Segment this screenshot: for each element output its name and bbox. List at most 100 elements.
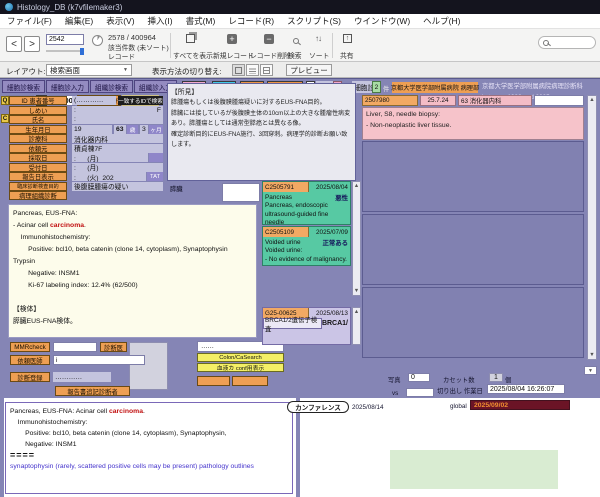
field-birthdate[interactable]: 19 <box>72 125 112 134</box>
field-label-histology-diagnosis[interactable]: 病理組織診断 <box>9 191 67 200</box>
requester-doctor-label[interactable]: 依頼医師 <box>10 355 50 365</box>
delete-record-button[interactable]: レコード削除 <box>250 50 291 60</box>
field-label-requester-ward[interactable]: 依頼元 <box>9 144 67 153</box>
doctor-value-box[interactable] <box>129 342 168 390</box>
cytology-card[interactable]: C25057912025/08/04 Pancreas悪性 Pancreas, … <box>262 181 351 225</box>
blood-conf-button[interactable]: 血液カ conf用表示 <box>197 363 284 372</box>
conference-button[interactable]: カンファレンス <box>287 401 349 413</box>
cutting-work-date-input[interactable]: 2025/08/04 16:26:07 <box>487 384 565 394</box>
memo-green-box[interactable] <box>390 450 558 489</box>
show-all-icon[interactable] <box>186 34 195 43</box>
vs-input[interactable] <box>406 388 434 397</box>
colon-ca-search-button[interactable]: Colon/CaSearch <box>197 353 284 362</box>
tab-histology-search[interactable]: 組織診検索 <box>90 80 133 93</box>
field-label-birthdate[interactable]: 生年月日 <box>9 125 67 134</box>
mmr-check-input[interactable] <box>53 342 97 352</box>
scroll-up-icon[interactable]: ▲ <box>589 97 594 103</box>
menu-item-help[interactable]: ヘルプ(H) <box>423 15 460 27</box>
tab-cytology-search[interactable]: 細胞診検索 <box>2 80 45 93</box>
share-button[interactable]: 共有 <box>340 50 354 60</box>
scroll-up-icon[interactable]: ▲ <box>354 183 359 189</box>
sign-orange-button1[interactable] <box>197 376 230 386</box>
sign-orange-button2[interactable] <box>232 376 268 386</box>
field-label-name[interactable]: 氏名 <box>9 115 67 124</box>
diagnosis-register-label[interactable]: 診断登録 <box>10 372 50 382</box>
field-patient-id[interactable]: (………… <box>72 96 116 105</box>
menu-item-insert[interactable]: 挿入(I) <box>148 15 173 27</box>
addendum-author-label[interactable]: 報告書追記診断者 <box>55 386 130 396</box>
menu-item-window[interactable]: ウインドウ(W) <box>354 15 410 27</box>
field-label-receipt-date[interactable]: 受付日 <box>9 163 67 172</box>
sort-icon[interactable]: ↑↓ <box>315 34 321 43</box>
addendum-report-field[interactable]: Pancreas, EUS-FNA: Acinar cell carcinoma… <box>5 402 293 494</box>
match-id-search-button[interactable]: 一致するIDで検索 <box>118 96 163 105</box>
slider-knob[interactable] <box>80 48 84 55</box>
history-report-card[interactable]: Liver, S8, needle biopsy: - Non-neoplast… <box>362 107 584 140</box>
search-gutter-icon[interactable]: Q <box>1 96 9 105</box>
menu-item-file[interactable]: ファイル(F) <box>7 15 52 27</box>
form-view-button[interactable] <box>232 64 245 76</box>
history-empty-slot[interactable] <box>362 287 584 358</box>
preview-button[interactable]: プレビュー <box>286 64 332 76</box>
cytology-card[interactable]: C25051092025/07/09 Voided urine正常ある Void… <box>262 226 351 266</box>
share-icon[interactable]: ↑ <box>343 34 352 43</box>
field-label-patient-id[interactable]: ID 患者番号 <box>9 96 67 105</box>
field-clinical-purpose[interactable]: 後腹膜腫瘍の疑い <box>72 182 163 191</box>
menu-item-format[interactable]: 書式(M) <box>186 15 216 27</box>
field-department[interactable]: 消化器内科 <box>72 134 163 143</box>
collection-date-chip[interactable] <box>149 153 163 162</box>
gene-test-card[interactable]: G25-006252025/08/13 BRCA1/2遺伝子検査BRCA1/ <box>262 307 351 345</box>
layout-select[interactable]: 検索画面 ▼ <box>46 64 132 76</box>
new-record-icon[interactable]: + <box>227 34 237 44</box>
main-report-field[interactable]: Pancreas, EUS-FNA: - Acinar cell carcino… <box>8 204 257 338</box>
organ-input[interactable] <box>222 183 260 202</box>
new-record-button[interactable]: 新規レコード <box>213 50 254 60</box>
delete-record-icon[interactable]: − <box>264 34 274 44</box>
field-label-clinical-purpose[interactable]: 臨床診断検査目的 <box>9 182 67 191</box>
menu-item-records[interactable]: レコード(R) <box>228 15 274 27</box>
history-header-input[interactable] <box>534 95 584 106</box>
find-icon[interactable] <box>293 38 299 44</box>
field-receipt-date[interactable]: : (月) <box>72 163 163 172</box>
field-label-kana[interactable]: しめい <box>9 106 67 115</box>
scroll-down-icon[interactable]: ▼ <box>354 288 359 294</box>
table-view-button[interactable] <box>260 64 273 76</box>
found-set-pie-icon[interactable] <box>92 35 103 46</box>
next-record-button[interactable]: > <box>24 36 40 52</box>
tab-cytology-input[interactable]: 細胞診入力 <box>46 80 89 93</box>
gene-scrollbar[interactable]: ▲ <box>352 307 361 345</box>
quick-search-input[interactable] <box>538 36 596 49</box>
show-all-button[interactable]: すべてを表示 <box>173 50 213 60</box>
findings-field[interactable]: 【所見】 膵腫瘍もしくは後腹膜腫瘍疑いに対するEUS-FNA目的。 膵臓には接し… <box>167 83 356 181</box>
mmr-check-label[interactable]: MMRcheck <box>10 342 50 352</box>
menu-item-edit[interactable]: 編集(E) <box>65 15 93 27</box>
cytology-scrollbar[interactable]: ▲ ▼ <box>352 181 361 296</box>
sort-button[interactable]: ソート <box>309 50 329 60</box>
field-label-department[interactable]: 診療科 <box>9 134 67 143</box>
field-kana[interactable]: :F <box>72 106 163 115</box>
field-requester-ward[interactable]: 積貞棟7F <box>72 144 163 153</box>
field-name[interactable]: : <box>72 115 163 124</box>
history-id-chip[interactable]: 2507980 <box>362 95 418 106</box>
menu-item-scripts[interactable]: スクリプト(S) <box>287 15 341 27</box>
copy-gutter-icon[interactable]: C <box>1 114 9 123</box>
history-empty-slot[interactable] <box>362 214 584 285</box>
requester-doctor-input[interactable]: i <box>53 355 145 365</box>
scroll-down-icon[interactable]: ▼ <box>589 352 594 358</box>
prev-record-button[interactable]: < <box>6 36 22 52</box>
find-button[interactable]: 検索 <box>288 50 302 60</box>
record-slider[interactable] <box>46 50 84 52</box>
history-dropdown[interactable]: ▼ <box>584 366 597 375</box>
photo-count-input[interactable]: 0 <box>408 373 430 382</box>
list-view-button[interactable] <box>246 64 259 76</box>
field-collection-date[interactable]: : (月) <box>72 153 148 162</box>
diagnosis-register-value[interactable]: ………… <box>53 372 111 382</box>
scroll-up-icon[interactable]: ▲ <box>354 309 359 315</box>
tat-chip[interactable]: TAT <box>147 172 163 181</box>
doctor-label[interactable]: 診断医 <box>100 342 127 352</box>
cassette-count-input[interactable]: 1 <box>489 373 503 382</box>
field-report-date[interactable]: : (火) 202 <box>72 172 146 181</box>
history-empty-slot[interactable] <box>362 141 584 212</box>
menu-item-view[interactable]: 表示(V) <box>106 15 134 27</box>
global-date-field[interactable]: 2025/09/02 <box>470 400 570 410</box>
